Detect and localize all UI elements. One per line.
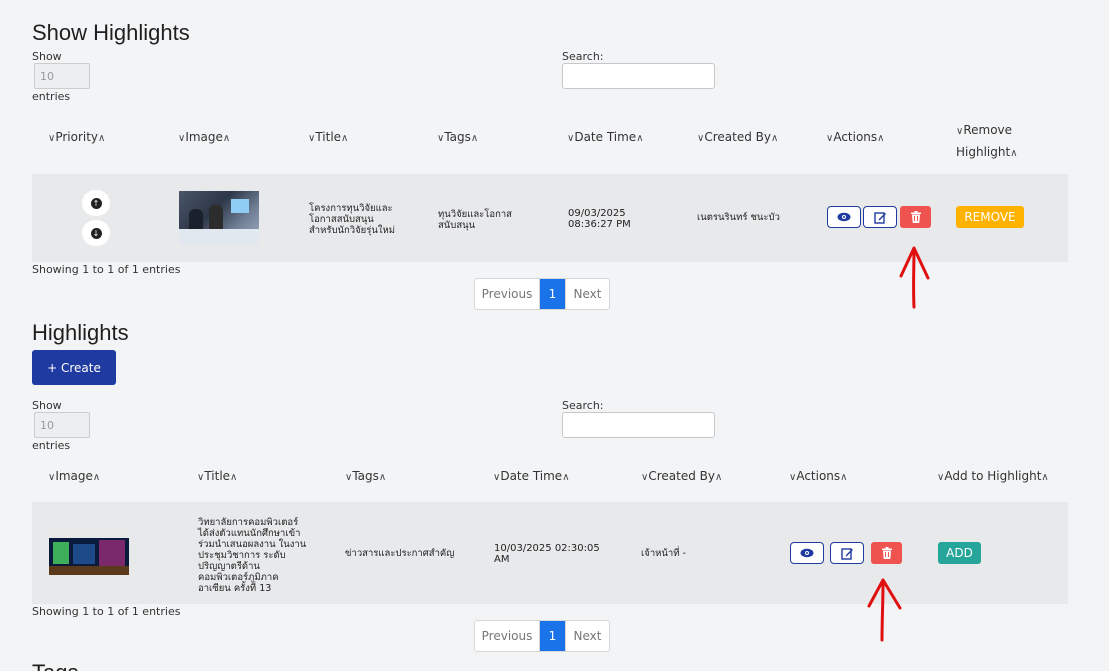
trash-icon xyxy=(881,547,892,559)
search-label: Search: xyxy=(562,399,604,412)
row-datetime: 10/03/2025 02:30:05 AM xyxy=(494,543,600,565)
row-title: วิทยาลัยการคอมพิวเตอร์ ได้ส่งตัวแทนนักศึ… xyxy=(198,517,307,594)
arrow-down-icon: ↓ xyxy=(90,227,102,239)
next-page-button[interactable]: Next xyxy=(565,621,609,651)
table-info: Showing 1 to 1 of 1 entries xyxy=(32,263,181,276)
show-highlights-title: Show Highlights xyxy=(32,20,190,45)
row-created-by: เจ้าหน้าที่ - xyxy=(641,548,686,559)
eye-icon xyxy=(800,548,814,558)
create-button[interactable]: + Create xyxy=(32,350,116,385)
column-header-add-to-highlight[interactable]: ∨Add to Highlight∧ xyxy=(937,469,1049,483)
show-label: Show xyxy=(32,50,62,63)
column-header-image[interactable]: ∨Image∧ xyxy=(48,469,100,483)
add-highlight-button[interactable]: ADD xyxy=(938,542,981,564)
row-title: โครงการทุนวิจัยและโอกาสสนับสนุนสำหรับนัก… xyxy=(309,203,396,236)
move-up-button[interactable]: ↑ xyxy=(82,190,110,216)
entries-label: entries xyxy=(32,90,71,103)
column-header-created-by[interactable]: ∨Created By∧ xyxy=(697,130,778,144)
previous-page-button[interactable]: Previous xyxy=(475,621,540,651)
trash-icon xyxy=(910,211,921,223)
search-label: Search: xyxy=(562,50,604,63)
page-length-select[interactable]: 10 xyxy=(34,63,90,89)
column-header-title[interactable]: ∨Title∧ xyxy=(197,469,237,483)
page-length-select[interactable]: 10 xyxy=(34,412,90,438)
page-1-button[interactable]: 1 xyxy=(540,621,565,651)
entries-label: entries xyxy=(32,439,71,452)
pagination: Previous 1 Next xyxy=(474,620,610,652)
previous-page-button[interactable]: Previous xyxy=(475,279,540,309)
remove-highlight-button[interactable]: REMOVE xyxy=(956,206,1024,228)
row-tags: ข่าวสารและประกาศสำคัญ xyxy=(345,548,455,559)
edit-button[interactable] xyxy=(863,206,897,228)
row-created-by: เนตรนรินทร์ ชนะบัว xyxy=(697,212,780,223)
search-input[interactable] xyxy=(562,63,715,89)
column-header-image[interactable]: ∨Image∧ xyxy=(178,130,230,144)
annotation-arrow-bottom xyxy=(867,578,902,642)
view-button[interactable] xyxy=(827,206,861,228)
view-button[interactable] xyxy=(790,542,824,564)
column-header-tags[interactable]: ∨Tags∧ xyxy=(345,469,386,483)
column-header-priority[interactable]: ∨Priority∧ xyxy=(48,130,105,144)
annotation-arrow-top xyxy=(899,246,930,309)
highlights-title: Highlights xyxy=(32,320,129,345)
arrow-up-icon: ↑ xyxy=(90,197,102,209)
page-1-button[interactable]: 1 xyxy=(540,279,565,309)
column-header-created-by[interactable]: ∨Created By∧ xyxy=(641,469,722,483)
delete-button[interactable] xyxy=(871,542,902,564)
row-thumbnail-image xyxy=(179,191,259,245)
tags-section-title: Tags xyxy=(32,660,78,671)
show-label: Show xyxy=(32,399,62,412)
pagination: Previous 1 Next xyxy=(474,278,610,310)
column-header-tags[interactable]: ∨Tags∧ xyxy=(437,130,478,144)
edit-button[interactable] xyxy=(830,542,864,564)
move-down-button[interactable]: ↓ xyxy=(82,220,110,246)
row-datetime: 09/03/2025 08:36:27 PM xyxy=(568,208,631,230)
search-input[interactable] xyxy=(562,412,715,438)
next-page-button[interactable]: Next xyxy=(565,279,609,309)
column-header-actions[interactable]: ∨Actions∧ xyxy=(826,130,885,144)
row-tags: ทุนวิจัยและโอกาสสนับสนุน xyxy=(438,209,512,231)
edit-icon xyxy=(840,547,853,560)
table-info: Showing 1 to 1 of 1 entries xyxy=(32,605,181,618)
edit-icon xyxy=(873,211,886,224)
row-thumbnail-image xyxy=(49,530,129,575)
column-header-date-time[interactable]: ∨Date Time∧ xyxy=(493,469,570,483)
column-header-title[interactable]: ∨Title∧ xyxy=(308,130,348,144)
column-header-date-time[interactable]: ∨Date Time∧ xyxy=(567,130,644,144)
eye-icon xyxy=(837,212,851,222)
delete-button[interactable] xyxy=(900,206,931,228)
column-header-actions[interactable]: ∨Actions∧ xyxy=(789,469,848,483)
column-header-remove-highlight[interactable]: ∨Remove Highlight∧ xyxy=(956,120,1018,164)
